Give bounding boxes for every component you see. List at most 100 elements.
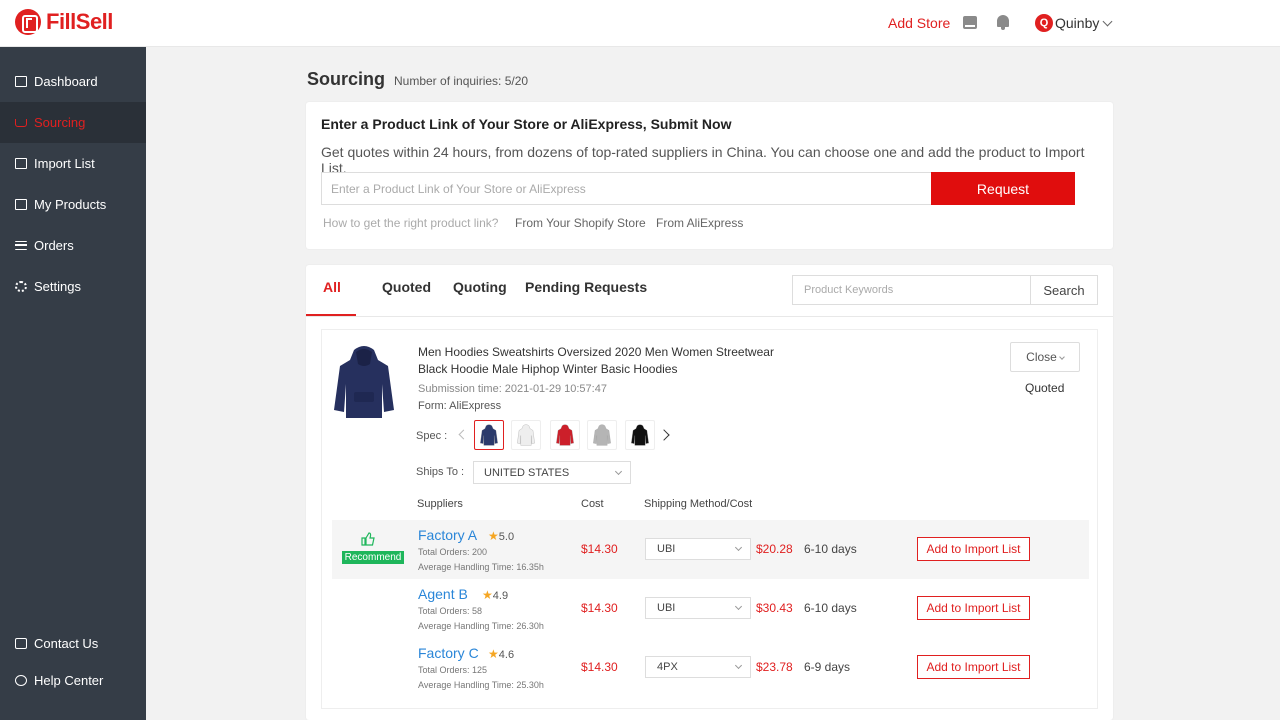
shipping-cost: $30.43 <box>756 601 793 615</box>
tab-divider <box>306 316 1113 317</box>
shipping-method-select[interactable]: 4PX <box>645 656 751 678</box>
submission-time: Submission time: 2021-01-29 10:57:47 <box>418 383 607 395</box>
sidebar-item-my-products[interactable]: My Products <box>0 184 146 225</box>
shipping-method-select[interactable]: UBI <box>645 597 751 619</box>
rating-value: 5.0 <box>498 531 515 543</box>
hoodie-thumbnail <box>556 424 574 446</box>
sidebar-item-orders[interactable]: Orders <box>0 225 146 266</box>
product-title[interactable]: Men Hoodies Sweatshirts Oversized 2020 M… <box>418 344 778 378</box>
hoodie-thumbnail <box>593 424 611 446</box>
cost-header: Cost <box>581 498 604 510</box>
logo-icon <box>15 9 41 35</box>
hoodie-thumbnail <box>517 424 535 446</box>
shipping-method-value: UBI <box>657 543 676 555</box>
page-title: Sourcing <box>307 69 386 89</box>
supplier-row: Agent B ★4.9 Total Orders: 58 Average Handl… <box>332 579 1089 638</box>
sidebar-item-contact-us[interactable]: Contact Us <box>0 623 146 664</box>
supplier-rating: ★4.9 <box>482 588 508 602</box>
from-aliexpress-link[interactable]: From AliExpress <box>656 216 743 230</box>
shipping-days: 6-10 days <box>804 542 857 556</box>
sidebar-item-settings[interactable]: Settings <box>0 266 146 307</box>
store-icon[interactable] <box>963 16 977 29</box>
search-button[interactable]: Search <box>1030 275 1098 305</box>
tab-all[interactable]: All <box>323 279 341 295</box>
sidebar-item-import-list[interactable]: Import List <box>0 143 146 184</box>
spec-swatch[interactable] <box>550 420 580 450</box>
close-button-label: Close <box>1026 350 1057 364</box>
product-cost: $14.30 <box>581 601 618 615</box>
add-to-import-list-button[interactable]: Add to Import List <box>917 596 1030 620</box>
tab-quoted[interactable]: Quoted <box>382 279 431 295</box>
rating-value: 4.9 <box>492 590 509 602</box>
supplier-row: Factory C ★4.6 Total Orders: 125 Average Ha… <box>332 638 1089 697</box>
supplier-name[interactable]: Factory A <box>418 527 477 543</box>
star-icon: ★ <box>482 588 493 602</box>
shipping-method-value: 4PX <box>657 661 678 673</box>
total-orders: Total Orders: 58 <box>418 606 483 616</box>
add-to-import-list-button[interactable]: Add to Import List <box>917 655 1030 679</box>
shipping-days: 6-9 days <box>804 660 851 674</box>
sidebar-item-label: My Products <box>34 197 107 212</box>
ships-to-select[interactable]: UNITED STATES <box>473 461 631 484</box>
shipping-method-value: UBI <box>657 602 676 614</box>
spec-swatch[interactable] <box>625 420 655 450</box>
rating-value: 4.6 <box>498 649 515 661</box>
spec-label: Spec : <box>416 430 448 442</box>
chevron-right-icon[interactable] <box>658 429 670 441</box>
supplier-rating: ★4.6 <box>488 647 514 661</box>
add-store-link[interactable]: Add Store <box>888 15 950 31</box>
shipping-method-select[interactable]: UBI <box>645 538 751 560</box>
user-name: Quinby <box>1055 15 1100 31</box>
shipping-cost: $20.28 <box>756 542 793 556</box>
handling-time: Average Handling Time: 16.35h <box>418 562 544 572</box>
tab-quoting[interactable]: Quoting <box>453 279 507 295</box>
supplier-name[interactable]: Factory C <box>418 645 479 661</box>
request-card: Enter a Product Link of Your Store or Al… <box>306 102 1113 249</box>
chevron-down-icon <box>734 602 743 611</box>
chevron-down-icon <box>614 467 623 476</box>
keyword-search-input[interactable] <box>792 275 1031 305</box>
sidebar-item-label: Sourcing <box>34 115 86 130</box>
add-to-import-list-button[interactable]: Add to Import List <box>917 537 1030 561</box>
chevron-down-icon <box>1102 16 1113 26</box>
sidebar: Dashboard Sourcing Import List My Produc… <box>0 47 146 720</box>
product-cost: $14.30 <box>581 542 618 556</box>
orders-icon <box>15 241 27 250</box>
tab-pending-requests[interactable]: Pending Requests <box>525 279 647 295</box>
sidebar-item-help-center[interactable]: Help Center <box>0 660 146 701</box>
chevron-left-icon[interactable] <box>458 429 469 440</box>
spec-swatch[interactable] <box>511 420 541 450</box>
chevron-down-icon <box>1059 354 1065 360</box>
from-shopify-link[interactable]: From Your Shopify Store <box>515 216 646 230</box>
handling-time: Average Handling Time: 25.30h <box>418 680 544 690</box>
logo[interactable]: FillSell <box>15 9 113 35</box>
product-link-help-link[interactable]: How to get the right product link? <box>323 216 498 230</box>
product-source: Form: AliExpress <box>418 400 502 412</box>
bell-icon[interactable] <box>997 15 1009 30</box>
ships-to-value: UNITED STATES <box>484 466 570 479</box>
thumbs-up-icon <box>361 532 375 546</box>
hoodie-thumbnail <box>480 424 498 446</box>
sidebar-item-label: Help Center <box>34 673 104 688</box>
request-button[interactable]: Request <box>931 172 1075 205</box>
suppliers-header: Suppliers <box>417 498 463 510</box>
user-menu[interactable]: Q Quinby <box>1035 14 1113 32</box>
sidebar-item-label: Settings <box>34 279 81 294</box>
sourcing-item: Men Hoodies Sweatshirts Oversized 2020 M… <box>321 329 1098 709</box>
spec-swatch[interactable] <box>474 420 504 450</box>
dashboard-icon <box>15 76 27 87</box>
spec-swatch[interactable] <box>587 420 617 450</box>
sidebar-item-sourcing[interactable]: Sourcing <box>0 102 146 143</box>
shipping-cost: $23.78 <box>756 660 793 674</box>
product-image[interactable] <box>332 344 396 420</box>
help-icon <box>15 675 27 686</box>
supplier-row: Recommend Factory A ★5.0 Total Orders: 200 A… <box>332 520 1089 579</box>
hoodie-thumbnail <box>631 424 649 446</box>
product-link-input[interactable] <box>321 172 931 205</box>
supplier-name[interactable]: Agent B <box>418 586 468 602</box>
star-icon: ★ <box>488 647 499 661</box>
close-button[interactable]: Close <box>1010 342 1080 372</box>
products-icon <box>15 199 27 210</box>
total-orders: Total Orders: 125 <box>418 665 488 675</box>
sidebar-item-dashboard[interactable]: Dashboard <box>0 61 146 102</box>
